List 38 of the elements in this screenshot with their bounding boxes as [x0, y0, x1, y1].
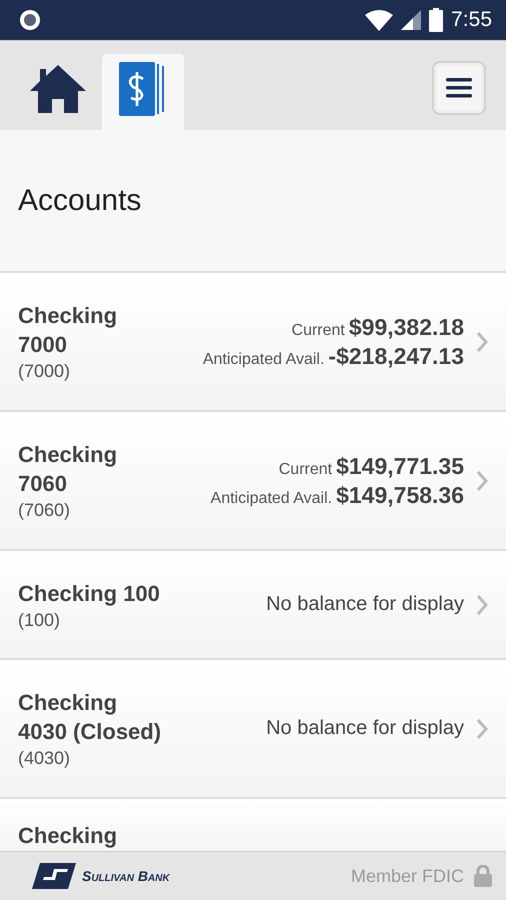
page-title: Accounts: [18, 184, 142, 218]
no-balance-message: No balance for display: [266, 593, 464, 616]
lock-icon: [474, 865, 492, 887]
account-number: (7060): [18, 500, 72, 521]
balance-amount: $99,382.18: [348, 314, 464, 340]
balance-amount: $149,758.36: [336, 482, 464, 508]
fdic-label: Member FDIC: [350, 866, 464, 886]
balance-label: Current: [292, 322, 345, 340]
bank-logo-icon: [32, 863, 76, 889]
balance-amount: -$218,247.13: [328, 342, 464, 370]
account-number: (4030): [18, 748, 72, 769]
notification-icon: [18, 8, 42, 32]
account-name: Checking 7060: [18, 441, 118, 498]
battery-icon: [429, 8, 444, 32]
balance-label: Anticipated Avail.: [210, 490, 332, 508]
account-name: Checking 4030 (Closed): [18, 689, 162, 746]
chevron-right-icon: [476, 470, 488, 492]
signal-icon: [401, 10, 422, 30]
account-name: Checking 100: [18, 580, 161, 608]
account-name: Checking 7000: [18, 302, 118, 359]
menu-icon: [446, 78, 472, 98]
no-balance-message: No balance for display: [266, 717, 464, 740]
chevron-right-icon: [476, 330, 488, 352]
account-number: (7000): [18, 361, 72, 382]
dollar-cards-icon: [119, 62, 167, 116]
accounts-tab[interactable]: [102, 54, 184, 130]
account-number: (100): [18, 610, 62, 630]
chevron-right-icon: [476, 594, 488, 616]
balance-amount: $149,771.35: [336, 452, 464, 480]
menu-button[interactable]: [432, 60, 486, 114]
chevron-right-icon: [476, 718, 488, 740]
clock: 7:55: [451, 8, 492, 32]
account-name: Checking: [18, 822, 118, 850]
house-icon: [28, 63, 88, 115]
balance-label: Anticipated Avail.: [202, 350, 324, 368]
wifi-icon: [365, 9, 394, 31]
bank-name: Sullivan Bank: [82, 868, 170, 884]
balance-label: Current: [278, 460, 332, 478]
